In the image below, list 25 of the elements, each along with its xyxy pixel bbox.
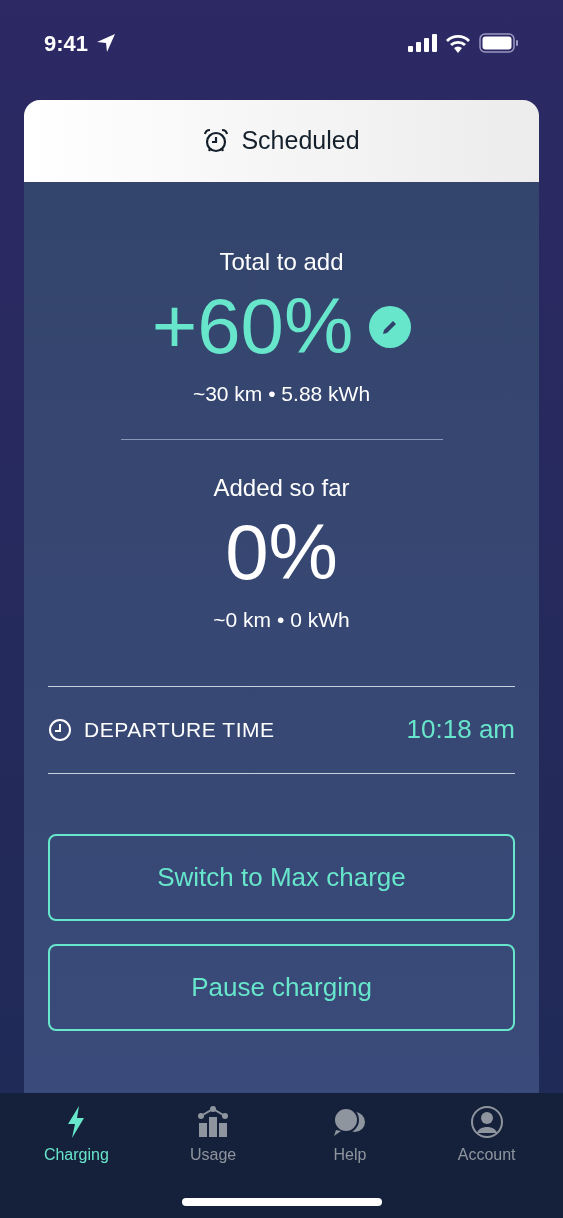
tab-item[interactable]: Help [299,1105,400,1167]
status-time: 9:41 [44,29,89,58]
tab-item[interactable]: Usage [163,1105,264,1167]
clock-icon [48,717,72,742]
stat-value: +60% [151,284,354,370]
outline-button[interactable]: Pause charging [48,943,515,1031]
stat-value: 0% [225,510,338,597]
signal-icon [408,34,437,52]
tab-item[interactable]: Charging [26,1105,127,1167]
tab-item[interactable]: Account [436,1105,537,1167]
stat-detail: ~0 km • 0 kWh [213,607,350,634]
user-avatar-icon [469,1105,504,1139]
header-title: Scheduled [241,125,360,157]
location-arrow-icon [96,33,117,53]
bar-chart-icon [196,1105,231,1139]
alarm-clock-icon [203,128,230,154]
battery-icon [479,33,519,53]
stat-detail: ~30 km • 5.88 kWh [192,380,371,407]
stat-label: Added so far [213,473,350,504]
departure-time-value[interactable]: 10:18 am [406,710,515,750]
departure-label: DEPARTURE TIME [84,716,275,743]
stat-label: Total to add [219,247,344,277]
edit-button[interactable] [369,305,412,348]
wifi-icon [445,33,471,53]
outline-button[interactable]: Switch to Max charge [48,833,515,921]
